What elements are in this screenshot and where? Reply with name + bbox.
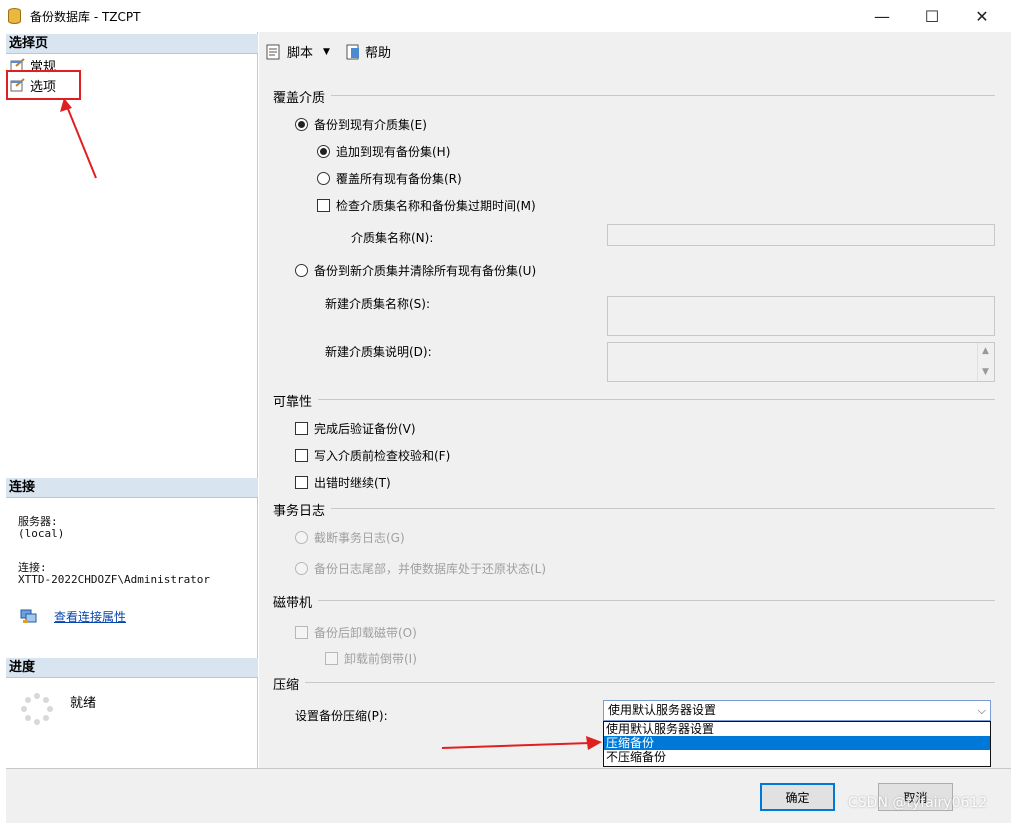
compression-selected-value: 使用默认服务器设置 bbox=[608, 703, 717, 717]
chevron-down-icon: ⌵ bbox=[977, 704, 986, 717]
new-media-set-name-input[interactable] bbox=[607, 296, 995, 336]
checkbox-icon bbox=[295, 422, 308, 435]
progress-header: 进度 bbox=[6, 658, 258, 678]
maximize-button[interactable]: ☐ bbox=[909, 0, 955, 32]
radio-icon bbox=[317, 172, 330, 185]
watermark: CSDN @tyfairy0612 bbox=[848, 795, 988, 811]
select-page-header: 选择页 bbox=[6, 34, 258, 54]
radio-icon bbox=[295, 531, 308, 544]
compression-dropdown: 使用默认服务器设置 压缩备份 不压缩备份 bbox=[603, 721, 991, 767]
backup-log-tail-radio: 备份日志尾部，并使数据库处于还原状态(L) bbox=[295, 560, 546, 577]
options-pane: 脚本 ▼ 帮助 覆盖介质 备份到现有介质集(E) 追加到现有备份集(H) 覆盖所… bbox=[259, 32, 1011, 768]
reliability-title: 可靠性 bbox=[273, 391, 319, 410]
overwrite-all-radio[interactable]: 覆盖所有现有备份集(R) bbox=[317, 170, 462, 187]
help-icon bbox=[346, 44, 359, 59]
annotation-box bbox=[6, 70, 81, 100]
chevron-up-icon: ▲ bbox=[982, 346, 989, 356]
close-button[interactable]: ✕ bbox=[959, 0, 1005, 32]
toolbar: 脚本 ▼ 帮助 bbox=[259, 32, 1011, 68]
ok-button[interactable]: 确定 bbox=[760, 783, 835, 811]
unload-tape-checkbox: 备份后卸载磁带(O) bbox=[295, 624, 417, 641]
checkbox-icon bbox=[317, 199, 330, 212]
connection-properties-icon bbox=[20, 609, 37, 623]
connection-header: 连接 bbox=[6, 478, 258, 498]
chevron-down-icon: ▼ bbox=[323, 46, 330, 57]
scrollbar[interactable]: ▲ ▼ bbox=[977, 343, 994, 381]
checkbox-icon bbox=[295, 476, 308, 489]
continue-on-error-checkbox[interactable]: 出错时继续(T) bbox=[295, 474, 391, 491]
chevron-down-icon: ▼ bbox=[982, 367, 989, 377]
view-connection-properties-link[interactable]: 查看连接属性 bbox=[54, 608, 126, 625]
script-label: 脚本 bbox=[287, 46, 314, 61]
compression-option-no-compress[interactable]: 不压缩备份 bbox=[604, 750, 990, 764]
checkbox-icon bbox=[295, 449, 308, 462]
title-bar: 备份数据库 - TZCPT — ☐ ✕ bbox=[0, 0, 1011, 32]
script-button[interactable]: 脚本 ▼ bbox=[265, 42, 330, 61]
verify-backup-checkbox[interactable]: 完成后验证备份(V) bbox=[295, 420, 416, 437]
truncate-log-radio: 截断事务日志(G) bbox=[295, 529, 405, 546]
radio-icon bbox=[295, 264, 308, 277]
group-divider bbox=[273, 682, 995, 683]
progress-status: 就绪 bbox=[70, 696, 97, 711]
check-name-expiry-checkbox[interactable]: 检查介质集名称和备份集过期时间(M) bbox=[317, 197, 536, 214]
radio-icon bbox=[295, 118, 308, 131]
compression-option-default[interactable]: 使用默认服务器设置 bbox=[604, 722, 990, 736]
annotation-arrow bbox=[60, 98, 97, 179]
checkbox-icon bbox=[295, 626, 308, 639]
new-media-set-desc-label: 新建介质集说明(D): bbox=[325, 345, 432, 359]
minimize-button[interactable]: — bbox=[859, 0, 905, 32]
connection-value: XTTD-2022CHDOZF\Administrator bbox=[18, 573, 211, 586]
help-button[interactable]: 帮助 bbox=[345, 42, 391, 61]
backup-database-dialog: 备份数据库 - TZCPT — ☐ ✕ 选择页 常规 选项 连接 服务器: (l… bbox=[0, 0, 1011, 823]
backup-new-media-radio[interactable]: 备份到新介质集并清除所有现有备份集(U) bbox=[295, 262, 536, 279]
window-title: 备份数据库 - TZCPT bbox=[30, 10, 141, 24]
media-set-name-label: 介质集名称(N): bbox=[351, 231, 434, 245]
annotation-arrow bbox=[441, 736, 602, 750]
left-pane: 选择页 常规 选项 连接 服务器: (local) 连接: XTTD-2022C… bbox=[6, 32, 258, 768]
group-divider bbox=[273, 399, 995, 400]
transaction-log-title: 事务日志 bbox=[273, 500, 332, 519]
media-set-name-input[interactable] bbox=[607, 224, 995, 246]
compression-title: 压缩 bbox=[273, 674, 306, 693]
new-media-set-desc-input[interactable]: ▲ ▼ bbox=[607, 342, 995, 382]
compression-option-compress[interactable]: 压缩备份 bbox=[604, 736, 990, 750]
compression-label: 设置备份压缩(P): bbox=[295, 709, 388, 723]
group-divider bbox=[273, 508, 995, 509]
help-label: 帮助 bbox=[365, 46, 392, 61]
tape-title: 磁带机 bbox=[273, 592, 319, 611]
new-media-set-name-label: 新建介质集名称(S): bbox=[325, 297, 431, 311]
radio-icon bbox=[295, 562, 308, 575]
radio-icon bbox=[317, 145, 330, 158]
group-divider bbox=[273, 600, 995, 601]
rewind-tape-checkbox: 卸载前倒带(I) bbox=[325, 650, 417, 667]
server-value: (local) bbox=[18, 527, 65, 540]
button-bar: 确定 取消 CSDN @tyfairy0612 bbox=[6, 768, 1011, 823]
script-icon bbox=[266, 44, 280, 59]
checkbox-icon bbox=[325, 652, 338, 665]
backup-existing-media-radio[interactable]: 备份到现有介质集(E) bbox=[295, 116, 427, 133]
progress-spinner-icon bbox=[21, 693, 53, 725]
group-divider bbox=[273, 95, 995, 96]
overwrite-media-title: 覆盖介质 bbox=[273, 87, 332, 106]
compression-select[interactable]: 使用默认服务器设置 ⌵ bbox=[603, 700, 991, 721]
append-existing-radio[interactable]: 追加到现有备份集(H) bbox=[317, 143, 450, 160]
database-icon bbox=[8, 8, 21, 24]
checksum-checkbox[interactable]: 写入介质前检查校验和(F) bbox=[295, 447, 450, 464]
